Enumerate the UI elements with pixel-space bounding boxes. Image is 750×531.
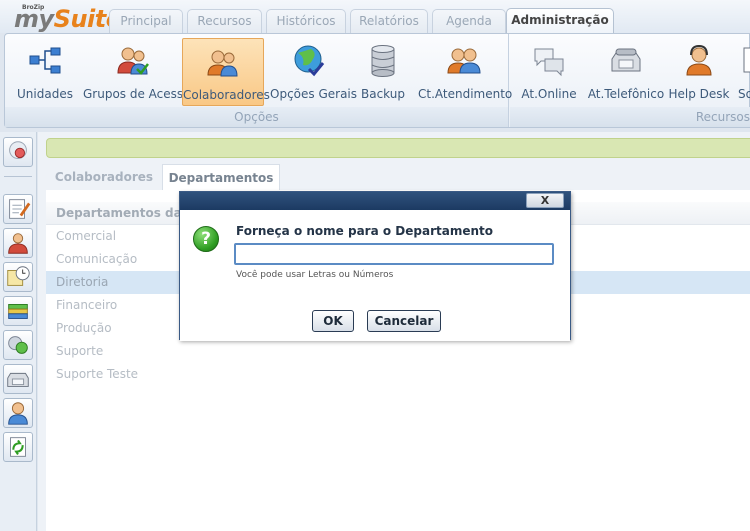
- ribbon: Unidades Grupos de Acesso Colaboradores: [4, 33, 750, 128]
- at-telefonico-button[interactable]: At.Telefônico: [586, 37, 666, 107]
- ok-button[interactable]: OK: [312, 310, 354, 332]
- tab-colaboradores[interactable]: Colaboradores: [46, 164, 162, 190]
- mysuite-logo: BroZip mySuite: [6, 2, 122, 33]
- phone-button[interactable]: [3, 364, 33, 394]
- tab-administracao[interactable]: Administração: [506, 8, 614, 34]
- sync-button[interactable]: [3, 432, 33, 462]
- department-name-input[interactable]: [234, 243, 554, 265]
- units-network-icon: [29, 47, 61, 74]
- backup-label: Backup: [361, 87, 405, 101]
- dialog-hint: Você pode usar Letras ou Números: [236, 270, 394, 280]
- contacts-icon: [8, 233, 28, 254]
- helpdesk-headset-icon: [686, 44, 712, 76]
- tab-principal[interactable]: Principal: [109, 9, 183, 33]
- unidades-button[interactable]: Unidades: [15, 37, 75, 107]
- support-agent-icon: [9, 141, 27, 159]
- dialog-body: ? Forneça o nome para o Departamento Voc…: [180, 210, 570, 341]
- access-groups-icon: [117, 47, 149, 75]
- opcoes-gerais-label: Opções Gerais: [270, 87, 358, 101]
- user-icon: [8, 402, 28, 425]
- question-icon: ?: [193, 226, 219, 252]
- users-online-button[interactable]: [3, 330, 33, 360]
- solicitacoes-button[interactable]: Soli: [732, 37, 750, 107]
- database-icon: [371, 45, 395, 77]
- ribbon-group-opcoes: Unidades Grupos de Acesso Colaboradores: [5, 34, 513, 127]
- backup-button[interactable]: Backup: [357, 37, 409, 107]
- table-row[interactable]: Suporte Teste: [46, 363, 750, 386]
- new-department-dialog: X ? Forneça o nome para o Departamento V…: [179, 191, 571, 341]
- dialog-prompt: Forneça o nome para o Departamento: [236, 224, 493, 238]
- notepad-pencil-icon: [9, 199, 31, 219]
- tab-recursos[interactable]: Recursos: [187, 9, 262, 33]
- top-bar: BroZip mySuite Principal Recursos Histór…: [0, 0, 750, 34]
- toolbar-divider: [4, 176, 32, 177]
- service-center-icon: [447, 48, 481, 74]
- tab-agenda[interactable]: Agenda: [432, 9, 506, 33]
- contacts-button[interactable]: [3, 228, 33, 258]
- at-online-button[interactable]: At.Online: [518, 37, 580, 107]
- solicitacoes-label: Soli: [738, 87, 750, 101]
- logo-text: mySuite: [14, 5, 122, 33]
- telephone-icon: [611, 48, 641, 72]
- clock-calendar-icon: [7, 266, 30, 286]
- tab-historicos[interactable]: Históricos: [266, 9, 346, 33]
- schedule-button[interactable]: [3, 262, 33, 292]
- at-telefonico-label: At.Telefônico: [587, 87, 665, 101]
- left-toolbar: [0, 132, 37, 531]
- ct-atendimento-label: Ct.Atendimento: [418, 87, 513, 101]
- users-online-icon: [8, 336, 28, 354]
- collaborators-icon: [207, 50, 238, 77]
- help-desk-label: Help Desk: [668, 87, 730, 101]
- chat-bubbles-icon: [534, 48, 564, 77]
- colaboradores-button[interactable]: Colaboradores: [182, 38, 270, 106]
- support-agent-button[interactable]: [3, 137, 33, 167]
- document-icon: [743, 47, 750, 73]
- refresh-document-icon: [10, 437, 26, 457]
- ribbon-group-recursos: At.Online At.Telefônico Help Desk Soli: [510, 34, 750, 127]
- colaboradores-label: Colaboradores: [183, 88, 270, 102]
- dialog-title-bar: X: [180, 192, 570, 210]
- knowledge-base-button[interactable]: [3, 296, 33, 326]
- dialog-close-button[interactable]: X: [526, 193, 564, 208]
- grupos-de-acesso-label: Grupos de Acesso: [83, 87, 191, 101]
- cancel-button[interactable]: Cancelar: [367, 310, 441, 332]
- tab-departamentos[interactable]: Departamentos: [162, 164, 280, 190]
- globe-check-icon: [294, 45, 325, 77]
- ct-atendimento-button[interactable]: Ct.Atendimento: [418, 37, 513, 107]
- at-online-label: At.Online: [521, 87, 577, 101]
- table-row[interactable]: Suporte: [46, 340, 750, 363]
- telephone-icon: [7, 372, 29, 387]
- ribbon-group-recursos-bar: [510, 107, 690, 127]
- ribbon-group-opcoes-label: Opções: [5, 107, 508, 127]
- ribbon-group-recursos-label: Recursos: [690, 107, 750, 127]
- unidades-label: Unidades: [17, 87, 73, 101]
- books-icon: [8, 304, 28, 319]
- user-profile-button[interactable]: [3, 398, 33, 428]
- notes-button[interactable]: [3, 194, 33, 224]
- help-desk-button[interactable]: Help Desk: [668, 37, 730, 107]
- opcoes-gerais-button[interactable]: Opções Gerais: [270, 37, 358, 107]
- notice-bar: [46, 138, 750, 158]
- grupos-de-acesso-button[interactable]: Grupos de Acesso: [83, 37, 191, 107]
- tab-relatorios[interactable]: Relatórios: [350, 9, 428, 33]
